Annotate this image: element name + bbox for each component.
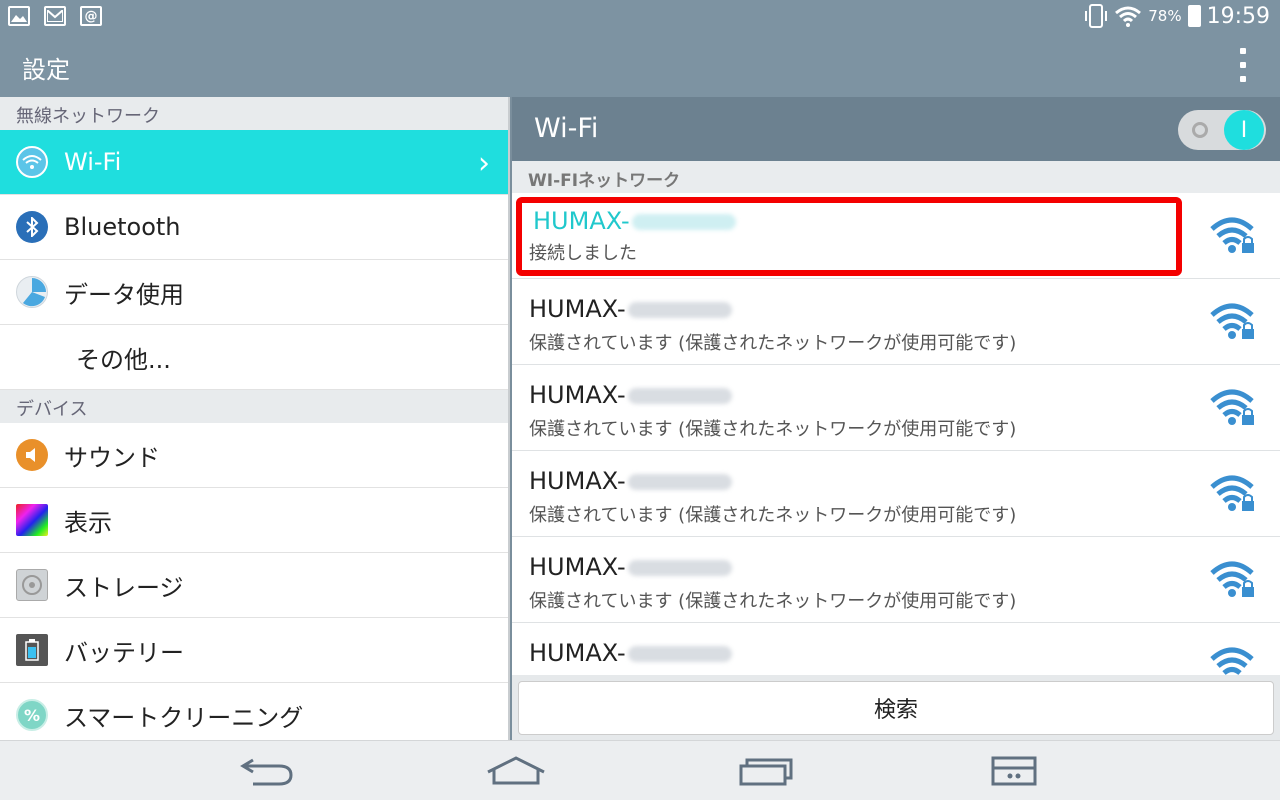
network-item[interactable]: HUMAX- 保護されています (保護されたネットワークが使用可能です) bbox=[512, 279, 1280, 365]
network-item[interactable]: HUMAX- 保護されています (保護されたネットワークが使用可能です) bbox=[512, 537, 1280, 623]
display-icon bbox=[16, 504, 48, 536]
toggle-off-icon bbox=[1192, 122, 1208, 138]
dual-window-icon bbox=[991, 756, 1037, 786]
recents-button[interactable] bbox=[735, 751, 795, 791]
network-status: 保護されています (保護されたネットワークが使用可能です) bbox=[529, 419, 1017, 440]
home-button[interactable] bbox=[486, 751, 546, 791]
smart-cleaning-icon: % bbox=[16, 699, 48, 731]
settings-item-label: バッテリー bbox=[64, 638, 184, 667]
toggle-knob: I bbox=[1224, 110, 1264, 150]
wifi-title: Wi-Fi bbox=[534, 113, 599, 144]
settings-item-label: 表示 bbox=[64, 508, 112, 537]
settings-item-battery[interactable]: バッテリー bbox=[0, 618, 508, 683]
sound-icon bbox=[16, 439, 48, 471]
settings-item-smart-cleaning[interactable]: % スマートクリーニング bbox=[0, 683, 508, 740]
wifi-locked-icon bbox=[1210, 303, 1254, 339]
network-status: 保護されています (保護されたネットワークが使用可能です) bbox=[529, 505, 1017, 526]
wifi-locked-icon bbox=[1210, 217, 1254, 253]
network-ssid: HUMAX- bbox=[529, 467, 732, 495]
wifi-locked-icon bbox=[1210, 475, 1254, 511]
section-header-device: デバイス bbox=[0, 390, 508, 423]
network-ssid: HUMAX- bbox=[529, 639, 732, 667]
navigation-bar bbox=[0, 740, 1280, 800]
settings-item-bluetooth[interactable]: Bluetooth bbox=[0, 195, 508, 260]
wifi-toggle[interactable]: I bbox=[1178, 110, 1266, 150]
network-list-header: WI-FIネットワーク bbox=[512, 161, 1280, 193]
status-bar: @ 78% 19:59 bbox=[0, 0, 1280, 34]
wifi-icon bbox=[16, 146, 48, 178]
network-status: 保護されています (保護されたネットワークが使用可能です) bbox=[529, 591, 1017, 612]
wifi-locked-icon bbox=[1210, 561, 1254, 597]
back-button[interactable] bbox=[237, 751, 297, 791]
battery-percent: 78% bbox=[1148, 7, 1182, 25]
settings-item-data-usage[interactable]: データ使用 bbox=[0, 260, 508, 325]
clock: 19:59 bbox=[1206, 3, 1270, 29]
settings-item-label: その他... bbox=[76, 345, 171, 374]
wifi-status-icon bbox=[1115, 6, 1142, 27]
network-ssid: HUMAX- bbox=[529, 381, 732, 409]
battery-icon bbox=[16, 634, 48, 666]
settings-item-storage[interactable]: ストレージ bbox=[0, 553, 508, 618]
settings-item-label: Wi-Fi bbox=[64, 148, 122, 176]
search-button[interactable]: 検索 bbox=[518, 681, 1274, 735]
settings-item-label: Bluetooth bbox=[64, 213, 181, 241]
wifi-header: Wi-Fi I bbox=[512, 97, 1280, 161]
wifi-locked-icon bbox=[1210, 389, 1254, 425]
settings-item-label: スマートクリーニング bbox=[64, 703, 304, 732]
network-item[interactable]: HUMAX- 保護されています (保護されたネットワークが使用可能です) bbox=[512, 451, 1280, 537]
image-icon bbox=[8, 6, 30, 26]
overflow-menu-icon[interactable] bbox=[1240, 48, 1246, 82]
wifi-pane: Wi-Fi I WI-FIネットワーク HUMAX- 接続しました HUMAX-… bbox=[512, 97, 1280, 740]
settings-item-label: データ使用 bbox=[64, 280, 184, 309]
settings-item-more[interactable]: その他... bbox=[0, 325, 508, 390]
storage-icon bbox=[16, 569, 48, 601]
data-usage-icon bbox=[16, 276, 48, 308]
back-icon bbox=[240, 758, 293, 786]
settings-item-label: ストレージ bbox=[64, 573, 184, 602]
gmail-icon bbox=[44, 6, 66, 26]
network-item[interactable]: HUMAX- 接続しました bbox=[512, 193, 1280, 279]
home-icon bbox=[487, 756, 545, 785]
settings-list: 無線ネットワーク Wi-Fi › Bluetooth データ使用 その他... … bbox=[0, 97, 510, 740]
section-header-wireless: 無線ネットワーク bbox=[0, 97, 508, 130]
network-ssid: HUMAX- bbox=[529, 553, 732, 581]
vibrate-icon bbox=[1085, 4, 1108, 28]
settings-item-wifi[interactable]: Wi-Fi › bbox=[0, 130, 508, 195]
network-item[interactable]: HUMAX- 保護されています (保護されたネットワークが使用可能です) bbox=[512, 365, 1280, 451]
network-status: 接続しました bbox=[529, 243, 637, 264]
settings-item-display[interactable]: 表示 bbox=[0, 488, 508, 553]
network-ssid: HUMAX- bbox=[529, 295, 732, 323]
battery-icon bbox=[1187, 5, 1201, 27]
action-bar: 設定 bbox=[0, 34, 1280, 97]
dual-window-button[interactable] bbox=[984, 751, 1044, 791]
search-area: 検索 bbox=[512, 675, 1280, 740]
network-status: 保護されています (保護されたネットワークが使用可能です) bbox=[529, 333, 1017, 354]
recents-icon bbox=[739, 758, 793, 786]
page-title: 設定 bbox=[22, 56, 70, 84]
settings-item-label: サウンド bbox=[64, 443, 160, 472]
network-ssid: HUMAX- bbox=[533, 207, 736, 235]
network-list: HUMAX- 接続しました HUMAX- 保護されています (保護されたネットワ… bbox=[512, 193, 1280, 709]
bluetooth-icon bbox=[16, 211, 48, 243]
at-icon: @ bbox=[80, 6, 102, 26]
settings-item-sound[interactable]: サウンド bbox=[0, 423, 508, 488]
chevron-right-icon: › bbox=[478, 146, 490, 181]
